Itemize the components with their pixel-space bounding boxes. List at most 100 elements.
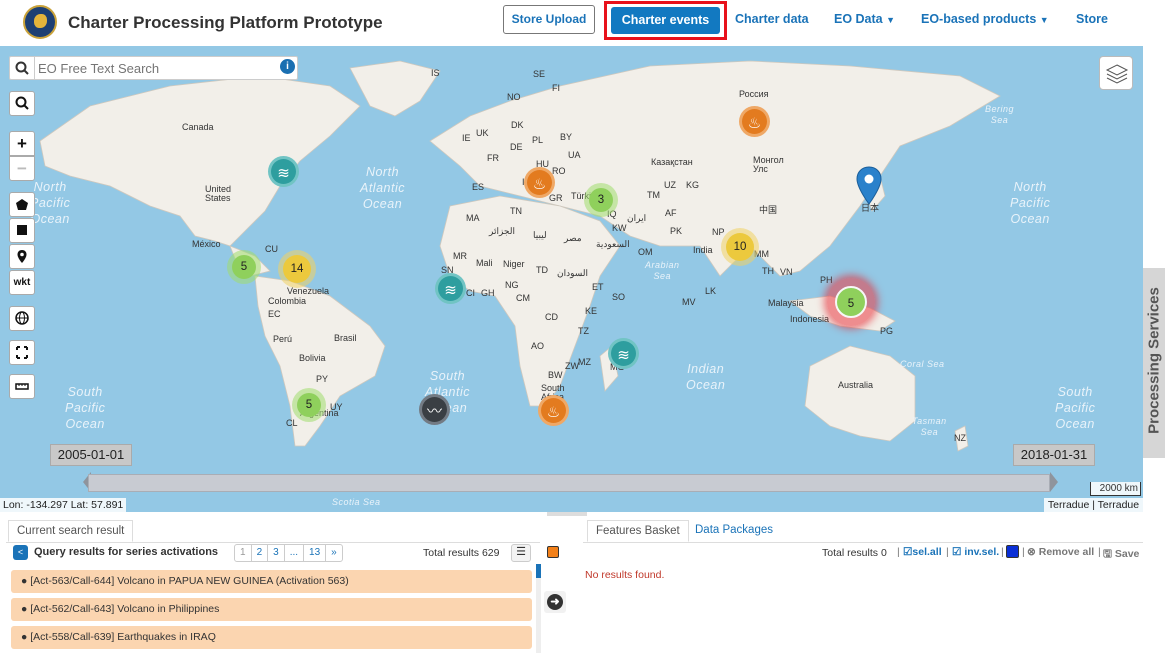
remove-all-link[interactable]: ⊗ Remove all xyxy=(1027,546,1094,558)
share-icon[interactable]: < xyxy=(13,545,28,560)
layer-switcher-button[interactable] xyxy=(1099,56,1133,90)
map-marker-icon xyxy=(17,250,27,263)
country-label: BW xyxy=(548,370,563,380)
pagination: 1 2 3 ... 13 » xyxy=(234,544,343,562)
flood-event-marker[interactable]: ≋ xyxy=(608,338,639,369)
eo-data-menu[interactable]: EO Data ▼ xyxy=(834,12,895,26)
save-link[interactable]: 🖫 Save xyxy=(1103,546,1139,564)
divider xyxy=(6,542,540,543)
store-upload-button[interactable]: Store Upload xyxy=(503,5,595,34)
fullscreen-button[interactable] xyxy=(9,340,35,365)
info-icon[interactable]: i xyxy=(280,59,295,74)
cluster-count: 14 xyxy=(283,255,311,283)
page-link[interactable]: 13 xyxy=(303,545,325,561)
invert-selection-link[interactable]: ☑ inv.sel. xyxy=(952,546,999,558)
country-label: TM xyxy=(647,190,660,200)
color-picker-blue[interactable] xyxy=(1006,545,1019,558)
country-label: ZW xyxy=(565,361,579,371)
add-to-basket-button[interactable]: ➜ xyxy=(544,591,566,613)
timeline-end-handle[interactable] xyxy=(1050,472,1058,492)
flood-event-marker[interactable]: ≋ xyxy=(268,156,299,187)
charter-events-highlight: Charter events xyxy=(604,1,727,40)
color-picker-orange[interactable] xyxy=(547,546,559,558)
map-pin-icon[interactable] xyxy=(856,166,882,206)
event-cluster[interactable]: 14 xyxy=(278,250,316,288)
fire-event-marker[interactable]: ♨ xyxy=(739,106,770,137)
chevron-down-icon: ▼ xyxy=(1039,15,1049,25)
draw-rectangle-button[interactable] xyxy=(9,218,35,243)
processing-services-tab[interactable]: Processing Services xyxy=(1143,268,1165,458)
fire-event-marker[interactable]: ♨ xyxy=(538,395,569,426)
country-label: CD xyxy=(545,312,558,322)
search-tool-button[interactable] xyxy=(9,91,35,116)
invert-selection-label: inv.sel. xyxy=(964,546,1000,558)
country-label: AO xyxy=(531,341,545,351)
country-label: PL xyxy=(532,135,544,145)
ruler-icon xyxy=(15,383,29,390)
measure-button[interactable] xyxy=(9,374,35,399)
eo-free-text-search-input[interactable] xyxy=(38,58,278,78)
eo-products-menu[interactable]: EO-based products ▼ xyxy=(921,12,1049,26)
page-link[interactable]: 3 xyxy=(267,545,284,561)
result-item[interactable]: ● [Act-563/Call-644] Volcano in PAPUA NE… xyxy=(11,570,532,593)
flood-event-marker[interactable]: ≋ xyxy=(435,273,466,304)
flood-icon: ≋ xyxy=(444,282,457,299)
earthquake-event-marker[interactable]: 〰 xyxy=(419,394,450,425)
separator: | xyxy=(1098,546,1101,558)
country-label: MA xyxy=(466,213,480,223)
timeline-slider[interactable] xyxy=(88,474,1050,492)
zoom-in-button[interactable]: + xyxy=(9,131,35,156)
timeline-end-date[interactable]: 2018-01-31 xyxy=(1013,444,1095,466)
ocean-label-indian: Indian Ocean xyxy=(686,362,726,392)
fire-icon: ♨ xyxy=(546,404,561,421)
country-label: PG xyxy=(880,326,894,336)
seismic-wave-icon: 〰 xyxy=(426,403,442,420)
panel-resize-handle[interactable] xyxy=(547,512,587,516)
draw-polygon-button[interactable] xyxy=(9,192,35,217)
event-cluster-selected[interactable]: 5 xyxy=(827,278,875,326)
country-label: PY xyxy=(316,374,329,384)
list-view-button[interactable]: ☰ xyxy=(511,544,531,562)
timeline-start-date[interactable]: 2005-01-01 xyxy=(50,444,132,466)
tab-current-search-result[interactable]: Current search result xyxy=(8,520,134,542)
charter-events-button[interactable]: Charter events xyxy=(611,7,720,34)
country-label: LK xyxy=(705,286,717,296)
globe-tool-button[interactable] xyxy=(9,306,35,331)
event-cluster[interactable]: 5 xyxy=(227,250,261,284)
select-all-link[interactable]: ☑sel.all xyxy=(903,546,942,558)
globe-icon xyxy=(15,311,29,325)
tab-features-basket[interactable]: Features Basket xyxy=(587,520,689,542)
zoom-out-button[interactable]: − xyxy=(9,156,35,181)
country-label: CU xyxy=(265,244,278,254)
charter-data-link[interactable]: Charter data xyxy=(735,12,809,26)
ocean-label-north-pacific-right: North Pacific Ocean xyxy=(1010,180,1051,226)
store-link[interactable]: Store xyxy=(1076,12,1108,26)
fire-event-marker[interactable]: ♨ xyxy=(524,167,555,198)
total-results-value: 629 xyxy=(481,547,500,559)
eo-data-label: EO Data xyxy=(834,12,883,26)
country-label: AF xyxy=(665,208,677,218)
map-view[interactable]: North Atlantic Ocean North Pacific Ocean Nor… xyxy=(0,46,1143,512)
country-label: 中国 xyxy=(759,205,778,215)
page-next[interactable]: » xyxy=(325,545,342,561)
page-link[interactable]: 1 xyxy=(235,545,251,561)
country-label: MR xyxy=(453,251,467,261)
expand-icon xyxy=(16,346,28,359)
event-cluster[interactable]: 10 xyxy=(721,228,759,266)
result-item[interactable]: ● [Act-558/Call-639] Earthquakes in IRAQ xyxy=(11,626,532,649)
event-cluster[interactable]: 5 xyxy=(292,388,326,422)
page-link[interactable]: 2 xyxy=(250,545,268,561)
draw-point-button[interactable] xyxy=(9,244,35,269)
scrollbar-thumb[interactable] xyxy=(536,564,541,578)
page-link[interactable]: ... xyxy=(283,545,303,561)
country-label: Niger xyxy=(503,259,525,269)
wkt-button[interactable]: wkt xyxy=(9,270,35,295)
event-cluster[interactable]: 3 xyxy=(584,183,618,217)
checkbox-checked-icon: ☑ xyxy=(903,546,913,558)
tab-data-packages[interactable]: Data Packages xyxy=(687,520,781,542)
remove-icon: ⊗ xyxy=(1027,546,1036,558)
country-label: Mali xyxy=(476,258,493,268)
result-item[interactable]: ● [Act-562/Call-643] Volcano in Philippi… xyxy=(11,598,532,621)
basket-total-value: 0 xyxy=(880,547,887,559)
country-label: CI xyxy=(466,288,475,298)
